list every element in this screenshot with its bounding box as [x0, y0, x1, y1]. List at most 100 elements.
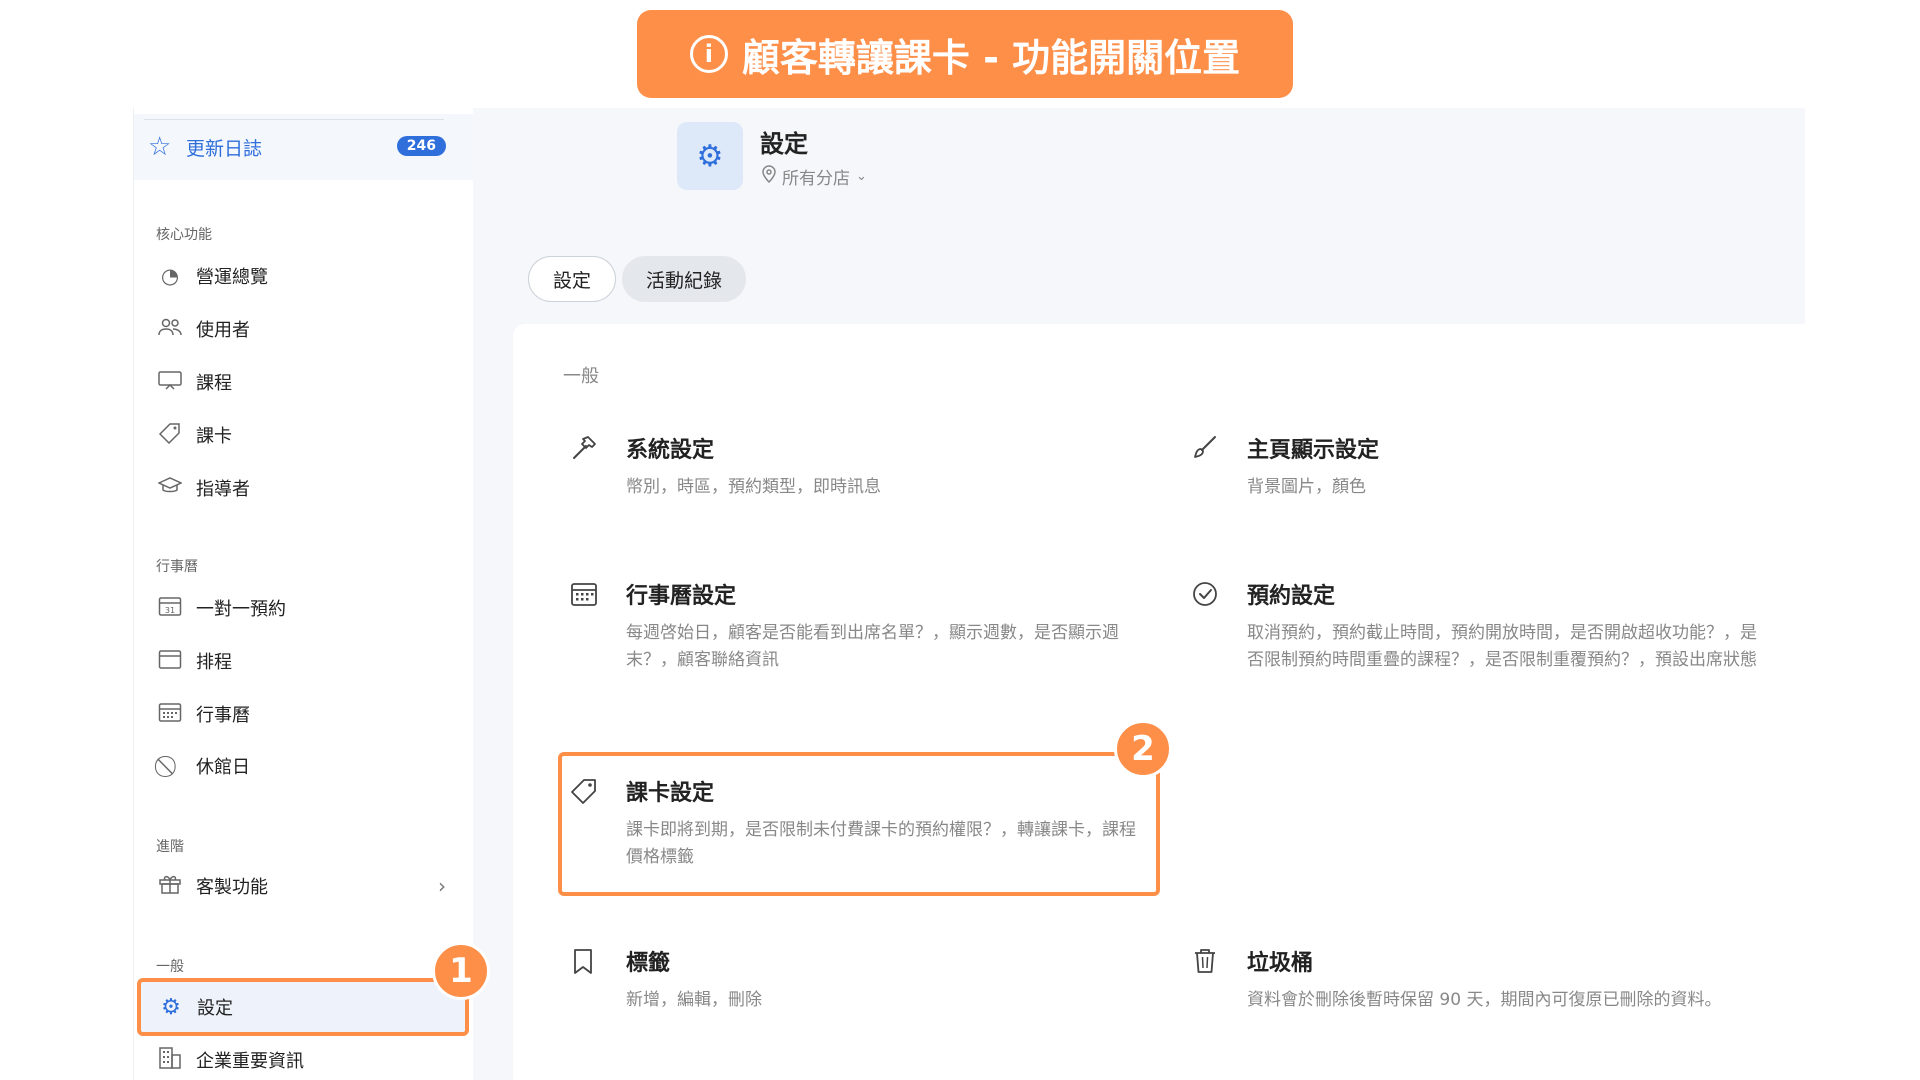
check-circle-icon-svg [1193, 582, 1217, 606]
card-trash[interactable]: 垃圾桶 資料會於刪除後暫時保留 90 天，期間內可復原已刪除的資料。 [1191, 945, 1751, 1014]
sidebar-item-label: 客製功能 [196, 877, 268, 898]
branch-label: 所有分店 [782, 169, 850, 189]
card-title: 系統設定 [626, 438, 715, 463]
mortarboard-icon-svg [157, 476, 183, 492]
card-desc: 取消預約，預約截止時間，預約開放時間，是否開啟超收功能？，是否限制預約時間重疊的… [1247, 623, 1757, 670]
bookmark-icon [570, 947, 598, 981]
card-title: 主頁顯示設定 [1247, 438, 1380, 463]
sidebar-item-schedule[interactable]: 排程 [156, 641, 456, 681]
card-desc: 資料會於刪除後暫時保留 90 天，期間內可復原已刪除的資料。 [1247, 990, 1722, 1010]
hammer-icon [570, 434, 598, 468]
calendar-grid-icon [156, 701, 184, 728]
changelog-item[interactable]: ☆ 更新日誌 246 [134, 114, 474, 180]
sidebar-item-label: 營運總覽 [196, 267, 268, 288]
sidebar-item-label: 指導者 [196, 479, 250, 500]
sidebar-item-label: 設定 [197, 998, 233, 1019]
changelog-count-badge: 246 [396, 136, 446, 156]
calendar-icon [156, 648, 184, 675]
sidebar: ☆ 更新日誌 246 核心功能 ◔ 營運總覽 使用者 課程 課卡 指導者 行事曆… [133, 108, 474, 1080]
sidebar-item-label: 一對一預約 [196, 599, 286, 620]
tutorial-banner: i 顧客轉讓課卡 - 功能開關位置 [637, 10, 1293, 98]
building-icon-svg [159, 1046, 181, 1069]
section-title-calendar: 行事曆 [156, 559, 198, 575]
course-icon-svg [158, 370, 182, 390]
group-label: 一般 [563, 366, 599, 387]
calendar-grid-icon [570, 580, 598, 614]
gear-icon: ⚙ [161, 994, 181, 1020]
card-title: 行事曆設定 [626, 584, 737, 609]
sidebar-item-label: 企業重要資訊 [196, 1051, 304, 1072]
card-calendar-settings[interactable]: 行事曆設定 每週啓始日，顧客是否能看到出席名單？，顯示週數，是否顯示週末？，顧客… [570, 578, 1130, 674]
sidebar-item-label: 使用者 [196, 320, 250, 341]
building-icon [156, 1046, 184, 1075]
sidebar-item-instructors[interactable]: 指導者 [156, 468, 456, 508]
sidebar-item-class-cards[interactable]: 課卡 [156, 415, 456, 455]
card-desc: 背景圖片，顏色 [1247, 477, 1366, 497]
prohibited-icon: ⃠ [156, 754, 184, 779]
chevron-right-icon: › [438, 874, 446, 898]
svg-text:31: 31 [165, 606, 175, 615]
section-title-core: 核心功能 [156, 227, 212, 243]
tabs: 設定 活動紀錄 [528, 256, 747, 302]
sidebar-item-label: 課卡 [196, 426, 232, 447]
bookmark-icon-svg [574, 949, 592, 974]
sidebar-item-label: 休館日 [196, 757, 250, 778]
chevron-down-icon: ⌄ [856, 169, 867, 184]
page-title: 設定 [760, 130, 808, 158]
branch-selector[interactable]: 所有分店 ⌄ [762, 164, 867, 189]
section-title-advanced: 進階 [156, 839, 184, 855]
location-pin-icon-svg [762, 165, 776, 184]
card-title: 預約設定 [1247, 584, 1336, 609]
sidebar-item-settings[interactable]: ⚙ 設定 [137, 978, 469, 1036]
card-title: 垃圾桶 [1247, 951, 1314, 976]
calendar-31-icon: 31 [156, 595, 184, 622]
tag-icon-svg [158, 422, 180, 444]
users-icon-svg [158, 318, 182, 335]
card-desc: 每週啓始日，顧客是否能看到出席名單？，顯示週數，是否顯示週末？，顧客聯絡資訊 [626, 623, 1119, 670]
card-system-settings[interactable]: 系統設定 幣別，時區，預約類型，即時訊息 [570, 432, 1130, 501]
gift-icon [156, 873, 184, 900]
brush-icon-svg [1194, 436, 1216, 458]
section-title-general: 一般 [156, 959, 184, 975]
brush-icon [1191, 434, 1219, 468]
gift-icon-svg [159, 875, 181, 894]
tag-icon [156, 422, 184, 449]
dashboard-icon: ◔ [160, 264, 180, 288]
sidebar-item-custom-features[interactable]: 客製功能 › [156, 866, 456, 906]
highlight-box [558, 752, 1160, 896]
tab-activity-log[interactable]: 活動紀錄 [622, 256, 747, 302]
sidebar-item-one-on-one[interactable]: 31 一對一預約 [156, 588, 456, 628]
trash-icon [1191, 947, 1219, 981]
settings-header-icon: ⚙ [677, 122, 743, 190]
users-icon [156, 317, 184, 342]
sidebar-item-dashboard[interactable]: ◔ 營運總覽 [156, 256, 456, 296]
card-booking-settings[interactable]: 預約設定 取消預約，預約截止時間，預約開放時間，是否開啟超收功能？，是否限制預約… [1191, 578, 1757, 674]
step-marker-2: 2 [1114, 720, 1172, 778]
mortarboard-icon [156, 476, 184, 501]
star-icon: ☆ [148, 132, 172, 162]
course-icon [156, 370, 184, 395]
divider [144, 119, 444, 120]
card-desc: 幣別，時區，預約類型，即時訊息 [626, 477, 881, 497]
calendar-icon-svg [158, 649, 182, 669]
step-marker-1: 1 [432, 942, 490, 1000]
sidebar-item-courses[interactable]: 課程 [156, 362, 456, 402]
sidebar-item-label: 排程 [196, 652, 232, 673]
card-title: 標籤 [626, 951, 671, 976]
info-icon: i [689, 35, 728, 73]
changelog-label: 更新日誌 [186, 137, 263, 160]
check-circle-icon [1191, 580, 1219, 614]
sidebar-item-label: 課程 [196, 373, 232, 394]
sidebar-item-calendar[interactable]: 行事曆 [156, 694, 456, 734]
location-pin-icon [762, 165, 776, 188]
tab-settings[interactable]: 設定 [528, 256, 617, 302]
calendar-grid-icon-svg [158, 702, 182, 722]
sidebar-item-closed-days[interactable]: ⃠ 休館日 [156, 746, 456, 786]
sidebar-item-users[interactable]: 使用者 [156, 309, 456, 349]
sidebar-item-company-info[interactable]: 企業重要資訊 [156, 1040, 456, 1080]
card-tags[interactable]: 標籤 新增，編輯，刪除 [570, 945, 1130, 1014]
calendar-grid-icon-svg [571, 583, 597, 606]
card-homepage-display[interactable]: 主頁顯示設定 背景圖片，顏色 [1191, 432, 1751, 501]
sidebar-item-label: 行事曆 [196, 705, 250, 726]
hammer-icon-svg [573, 436, 596, 459]
